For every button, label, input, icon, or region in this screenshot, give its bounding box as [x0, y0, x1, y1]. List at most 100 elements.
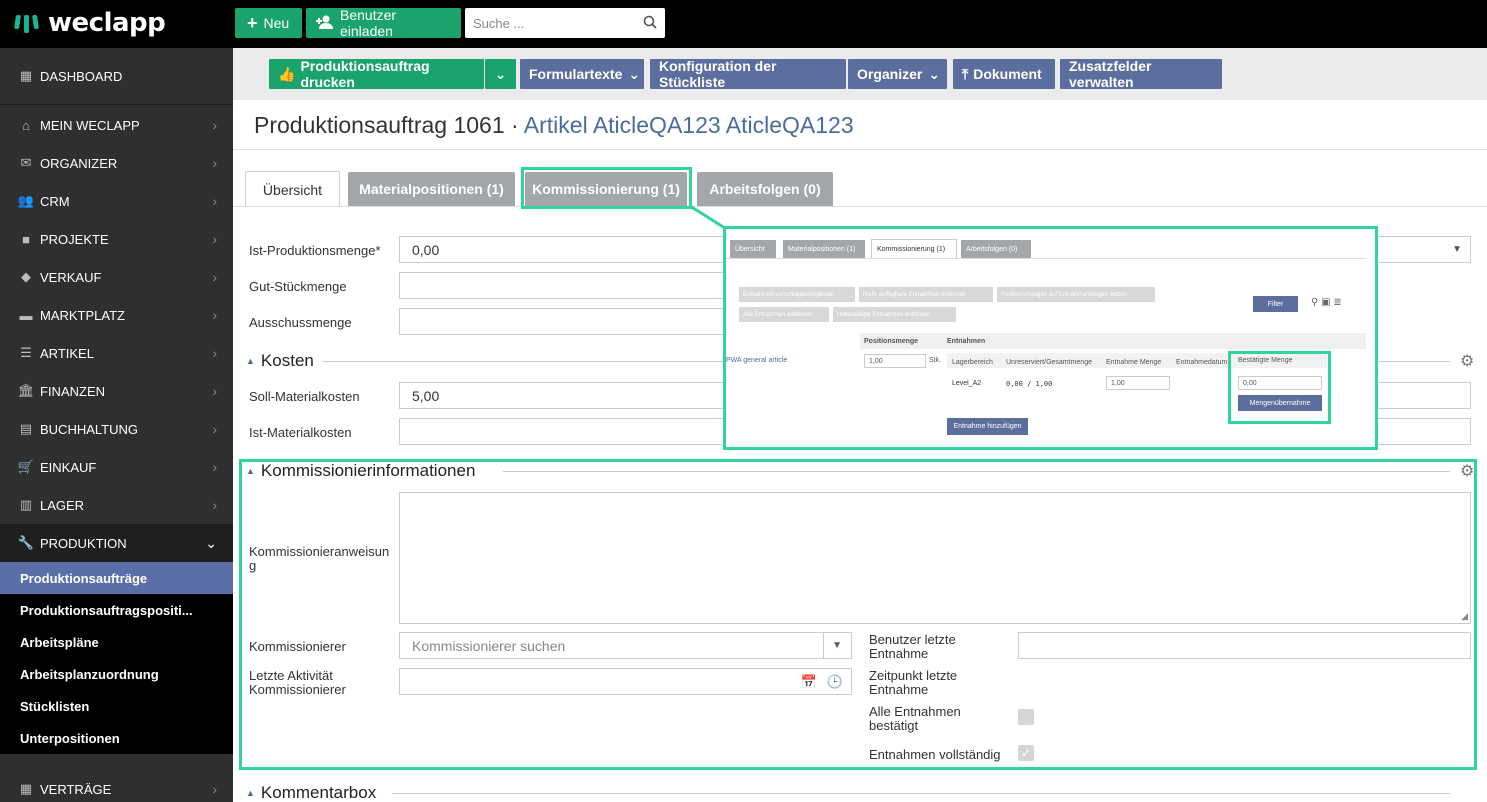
letzte-aktivitaet-label: Letzte Aktivität Kommissionierer [249, 668, 346, 697]
tab-materialpositionen[interactable]: Materialpositionen (1) [348, 172, 515, 206]
inset-unreserviert: 0,00 / 1,00 [1006, 380, 1053, 388]
dashboard-icon: ▦ [19, 68, 33, 83]
warehouse-icon: ▥ [19, 497, 33, 512]
search-input[interactable]: Suche ... [465, 8, 665, 38]
sidebar-item-vertraege[interactable]: ▦ VERTRÄGE › [0, 770, 233, 802]
weclapp-logo[interactable]: weclapp [14, 8, 166, 38]
inset-lagerbereich: Level_A2 [952, 380, 982, 387]
letzte-aktivitaet-input[interactable]: 📅 🕒 [399, 668, 852, 695]
tabs-baseline [233, 206, 1487, 207]
gear-icon[interactable]: ⚙ [1460, 351, 1474, 371]
collapse-triangle-icon: ▲ [246, 788, 255, 798]
mail-icon: ✉ [20, 155, 32, 170]
manage-extra-fields-button[interactable]: Zusatzfelder verwalten [1060, 58, 1222, 90]
sidebar-item-einkauf[interactable]: 🛒 EINKAUF › [0, 448, 233, 486]
wrench-icon: 🔧 [17, 535, 35, 550]
vollstaendig-checkbox[interactable]: ✓ [1018, 745, 1034, 761]
new-button[interactable]: + Neu [235, 8, 302, 38]
inset-vorschlagen-button: Entnahmen vorschlagen/ergänzen [739, 287, 855, 302]
alle-bestaetigt-checkbox[interactable] [1018, 709, 1034, 725]
sidebar-item-dashboard[interactable]: ▦ DASHBOARD [0, 48, 233, 104]
sidebar-item-organizer[interactable]: ✉ ORGANIZER › [0, 144, 233, 182]
inset-entnahme-input: 1,00 [1106, 376, 1170, 390]
sidebar-item-verkauf[interactable]: ◆ VERKAUF › [0, 258, 233, 296]
gut-menge-label: Gut-Stückmenge [249, 279, 347, 294]
tab-uebersicht[interactable]: Übersicht [245, 171, 340, 207]
chevron-right-icon: › [212, 421, 217, 437]
form-texts-button[interactable]: Formulartexte ⌄ [520, 59, 644, 89]
sidebar-item-finanzen[interactable]: 🏛 FINANZEN › [0, 372, 233, 410]
submenu-arbeitsplaene[interactable]: Arbeitspläne [0, 626, 233, 658]
document-button[interactable]: ⤒ Dokument [953, 59, 1055, 89]
soll-kosten-input[interactable]: 5,00 [399, 382, 729, 409]
submenu-arbeitsplanzuordnung[interactable]: Arbeitsplanzuordnung [0, 658, 233, 690]
submenu-produktionsauftragspositionen[interactable]: Produktionsauftragspositi... [0, 594, 233, 626]
sidebar-item-produktion[interactable]: 🔧 PRODUKTION ⌄ [0, 524, 233, 562]
chevron-right-icon: › [212, 231, 217, 247]
inset-tab-arbeitsfolgen: Arbeitsfolgen (0) [961, 240, 1031, 258]
sidebar-item-artikel[interactable]: ☰ ARTIKEL › [0, 334, 233, 372]
bom-config-button[interactable]: Konfiguration der Stückliste [650, 58, 846, 90]
organizer-button[interactable]: Organizer ⌄ [848, 59, 947, 89]
section-line [392, 793, 1450, 794]
kommissionierer-select[interactable]: Kommissionierer suchen ▼ [399, 632, 852, 659]
action-bar: 👍 Produktionsauftrag drucken ⌄ Formulart… [233, 48, 1487, 100]
submenu-unterpositionen[interactable]: Unterpositionen [0, 722, 233, 754]
article-link[interactable]: Artikel AticleQA123 AticleQA123 [524, 112, 854, 138]
top-bar: weclapp + Neu Benutzer einladen Suche ..… [0, 0, 1487, 48]
inset-nicht-verfuegbar-button: Nicht verfügbare Entnahmen entfernen [859, 287, 993, 302]
inset-article-link: PWA general article [726, 357, 788, 364]
sidebar-item-marktplatz[interactable]: ▬ MARKTPLATZ › [0, 296, 233, 334]
sidebar-item-lager[interactable]: ▥ LAGER › [0, 486, 233, 524]
section-kommentarbox[interactable]: ▲ Kommentarbox [246, 783, 376, 802]
calendar-icon[interactable]: 📅 [801, 674, 817, 690]
chevron-down-icon: ⌄ [494, 65, 507, 82]
logo-mark-icon [14, 11, 40, 35]
inset-tab-uebersicht: Übersicht [730, 240, 776, 258]
gut-menge-input[interactable] [399, 272, 729, 299]
anweisung-textarea[interactable]: ◢ [399, 492, 1471, 624]
resize-handle-icon[interactable]: ◢ [1461, 611, 1468, 622]
sidebar: ▦ DASHBOARD ⌂ MEIN WECLAPP › ✉ ORGANIZER ›… [0, 48, 233, 802]
invite-user-button[interactable]: Benutzer einladen [306, 7, 461, 39]
zeitpunkt-label: Zeitpunkt letzte Entnahme [869, 668, 958, 697]
section-kosten[interactable]: ▲ Kosten [246, 351, 314, 371]
soll-kosten-side-input[interactable] [1376, 382, 1471, 409]
cart-icon: 🛒 [17, 459, 35, 474]
users-icon: 👥 [17, 193, 35, 208]
search-icon[interactable] [643, 15, 657, 32]
inset-add-entnahme-button: Entnahme hinzufügen [947, 418, 1028, 435]
chevron-right-icon: › [212, 345, 217, 361]
ist-kosten-input[interactable] [399, 418, 729, 445]
status-select[interactable]: ▼ [1376, 236, 1471, 263]
plus-icon: + [247, 12, 258, 33]
sidebar-item-crm[interactable]: 👥 CRM › [0, 182, 233, 220]
print-dropdown-button[interactable]: ⌄ [485, 59, 516, 89]
home-icon: ⌂ [22, 117, 30, 133]
print-production-order-button[interactable]: 👍 Produktionsauftrag drucken [269, 58, 484, 90]
clock-icon[interactable]: 🕒 [827, 674, 843, 690]
section-line [322, 361, 727, 362]
ausschuss-input[interactable] [399, 308, 729, 335]
sidebar-item-buchhaltung[interactable]: ▤ BUCHHALTUNG › [0, 410, 233, 448]
list-icon: ☰ [20, 345, 32, 360]
ist-menge-input[interactable]: 0,00 [399, 236, 729, 263]
highlight-tab-box [521, 167, 692, 209]
check-icon: ✓ [1020, 746, 1032, 760]
zoom-inset-kommissionierung: Übersicht Materialpositionen (1) Kommiss… [723, 226, 1378, 450]
sidebar-item-mein-weclapp[interactable]: ⌂ MEIN WECLAPP › [0, 106, 233, 144]
inset-unit: Stk. [929, 357, 942, 364]
inset-sub-header: Lagerbereich [952, 359, 993, 366]
sidebar-item-projekte[interactable]: ■ PROJEKTE › [0, 220, 233, 258]
bank-icon: 🏛 [17, 383, 35, 398]
divider [233, 149, 1487, 150]
submenu-produktionsauftraege[interactable]: Produktionsaufträge [0, 562, 233, 594]
submenu-stuecklisten[interactable]: Stücklisten [0, 690, 233, 722]
collapse-triangle-icon: ▲ [246, 466, 255, 476]
chevron-right-icon: › [212, 781, 217, 797]
chevron-right-icon: › [212, 383, 217, 399]
benutzer-input[interactable] [1018, 632, 1471, 659]
section-kommissionierinformationen[interactable]: ▲ Kommissionierinformationen [246, 461, 475, 481]
ist-kosten-side-input[interactable] [1376, 418, 1471, 445]
gear-icon[interactable]: ⚙ [1460, 461, 1474, 481]
